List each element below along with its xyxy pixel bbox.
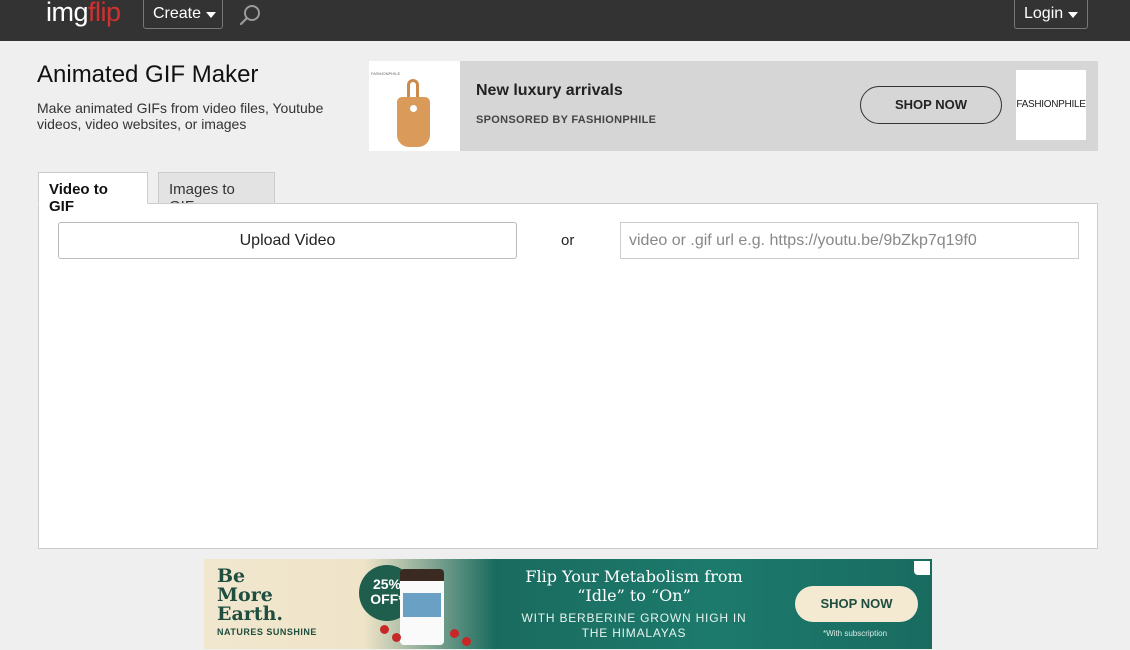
ad-product-image: FASHIONPHILE [369, 61, 460, 151]
or-separator: or [561, 232, 575, 249]
supplement-bottle-image [400, 569, 444, 645]
ad-brand-name: NATURES SUNSHINE [217, 627, 317, 637]
sponsored-ad-banner[interactable]: FASHIONPHILE New luxury arrivals SPONSOR… [369, 61, 1098, 151]
ad-bottom-shop-now-button[interactable]: SHOP NOW [795, 586, 918, 622]
ad-brand-logo: FASHIONPHILE [1016, 70, 1086, 140]
ad-bottom-headline: Flip Your Metabolism from “Idle” to “On” [525, 567, 743, 605]
ad-shop-now-button[interactable]: SHOP NOW [860, 86, 1002, 124]
ad-headline: New luxury arrivals [476, 82, 623, 99]
imgflip-logo[interactable]: imgflip [46, 0, 121, 28]
video-to-gif-panel: Upload Video or [38, 203, 1098, 549]
login-label: Login [1024, 5, 1064, 22]
ad-brand-slogan: Be More Earth. [217, 565, 284, 625]
ad-subscription-note: *With subscription [823, 629, 888, 638]
berry-decoration [380, 625, 389, 634]
adchoices-icon[interactable] [914, 561, 930, 575]
berry-decoration [462, 637, 471, 646]
search-icon[interactable] [238, 3, 262, 27]
create-menu-button[interactable]: Create [143, 0, 223, 29]
login-menu-button[interactable]: Login [1014, 0, 1088, 29]
page-title: Animated GIF Maker [37, 61, 259, 88]
ad-thumb-caption: FASHIONPHILE [371, 71, 401, 76]
tab-video-to-gif[interactable]: Video to GIF [38, 172, 148, 215]
video-url-input[interactable] [620, 222, 1079, 259]
ad-bottom-subtext: WITH BERBERINE GROWN HIGH IN THE HIMALAY… [521, 611, 747, 640]
upload-video-button[interactable]: Upload Video [58, 222, 517, 259]
luggage-tag-hole [410, 105, 417, 112]
page-description: Make animated GIFs from video files, You… [37, 100, 324, 132]
berry-decoration [450, 629, 459, 638]
berry-decoration [392, 633, 401, 642]
top-navbar: imgflip Create Login [0, 0, 1130, 41]
ad-sponsor-text: SPONSORED BY FASHIONPHILE [476, 114, 657, 126]
chevron-down-icon [1068, 12, 1079, 18]
create-label: Create [153, 5, 202, 22]
natures-sunshine-ad-banner[interactable]: Be More Earth. NATURES SUNSHINE 25% OFF*… [204, 559, 932, 649]
tab-images-to-gif[interactable]: Images to GIF [158, 172, 275, 215]
chevron-down-icon [206, 12, 217, 18]
